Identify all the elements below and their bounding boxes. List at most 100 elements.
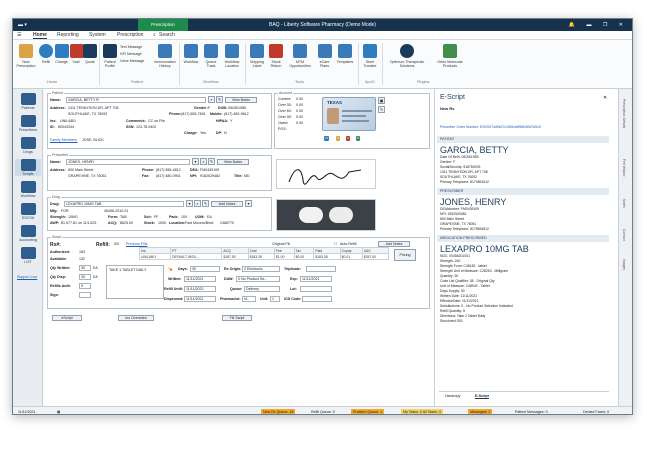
prescriber-name-label: Name: — [50, 160, 61, 164]
search-icon[interactable]: ⌕ — [208, 96, 215, 103]
status-tasks[interactable]: My Tasks: 0 All Tasks: 3 — [401, 409, 443, 414]
family-members-link[interactable]: Family Members: — [50, 138, 78, 142]
refill-button[interactable]: Refill — [39, 44, 53, 64]
drivers-license-image[interactable]: TEXAS — [322, 97, 376, 131]
chevron-down-icon[interactable]: ▾ — [192, 158, 199, 165]
menu-search[interactable]: Search — [159, 32, 175, 38]
chevron-down-icon[interactable]: ▾ — [245, 200, 252, 207]
dispensed-date-field[interactable]: 11/11/2021 — [184, 296, 216, 302]
rail-tab-fee-wizard[interactable]: Fee Wizard — [622, 159, 626, 176]
escript-button[interactable]: eScript — [52, 315, 82, 321]
search-icon[interactable]: ⌕ — [200, 158, 207, 165]
ins-overrides-button[interactable]: Ins Overrides — [118, 315, 154, 321]
ivr-message-button[interactable]: IVR Message — [120, 52, 142, 56]
immunization-history-button[interactable]: Immunization History — [153, 44, 177, 68]
lot-field[interactable] — [300, 286, 332, 292]
tab-hardcopy[interactable]: Hardcopy — [445, 394, 460, 398]
exp-date-field[interactable]: 11/11/2021 — [300, 276, 332, 282]
status-new-rx-queue[interactable]: New Rx Queue: 18 — [261, 409, 296, 414]
stock-return-button[interactable]: Stock Return — [268, 44, 284, 68]
sig-text-area[interactable]: TAKE 1 TABLET DAILY — [106, 265, 164, 299]
support-live-link[interactable]: Support Live — [17, 275, 37, 279]
pencil-icon[interactable]: ✎ — [202, 200, 209, 207]
triplicate-field[interactable] — [306, 266, 336, 272]
sidebar-item-accounting[interactable]: Accounting — [15, 225, 41, 242]
sidebar-item-scripts[interactable]: Scripts — [15, 159, 41, 176]
fill-script-button[interactable]: Fill Script — [222, 315, 252, 321]
prescriber-view-notes-button[interactable]: View Notes — [217, 159, 249, 165]
patient-profile-button[interactable]: Patient Profile — [101, 44, 119, 68]
unit-field[interactable]: 1 — [270, 296, 280, 302]
written-date-field[interactable]: 11/11/2021 — [184, 276, 216, 282]
search-icon[interactable]: ⌕ — [153, 32, 156, 38]
qty-written-field[interactable]: 30 — [79, 265, 91, 271]
days-field[interactable]: 30 — [190, 266, 220, 272]
drug-field[interactable]: LEXAPRO 10MG TAB — [64, 201, 184, 207]
templates-button[interactable]: Templates — [334, 44, 356, 64]
search-icon[interactable]: ⌕ — [194, 200, 201, 207]
calendar-icon[interactable]: ▦ — [55, 409, 62, 414]
table-row[interactable]: UNILAB/1 DEFAULT INSU... $187.50 $183.35… — [138, 253, 390, 260]
queue-select[interactable]: Delivery — [244, 286, 280, 292]
new-prescription-button[interactable]: New Prescription — [15, 44, 37, 68]
workflow-button[interactable]: Workflow — [181, 44, 201, 64]
ortho-molecular-button[interactable]: Ortho Molecular Products — [432, 44, 468, 68]
void-button[interactable]: Void — [70, 44, 84, 64]
voice-message-button[interactable]: Voice Message — [120, 59, 144, 63]
mtm-opportunities-button[interactable]: MTM Opportunities — [285, 44, 315, 68]
refill-until-field[interactable]: 11/11/2022 — [184, 286, 216, 292]
workflow-location-button[interactable]: Workflow Location — [221, 44, 243, 68]
menu-reporting[interactable]: Reporting — [57, 32, 79, 38]
patient-view-notes-button[interactable]: View Notes — [225, 97, 257, 103]
queue-track-button[interactable]: Queue Track — [202, 44, 220, 68]
rail-tab-images[interactable]: Images — [622, 259, 626, 270]
file-menu-icon[interactable]: ☰ — [17, 32, 21, 38]
sidebar-item-drugs[interactable]: Drugs — [15, 137, 41, 154]
pencil-icon[interactable]: ✎ — [378, 106, 385, 113]
checkbox-icon[interactable]: ☐ — [334, 242, 337, 246]
icd-code-field[interactable] — [302, 296, 332, 302]
drug-add-notes-button[interactable]: Add Notes — [211, 201, 243, 207]
ecare-plans-button[interactable]: eCare Plans — [316, 44, 333, 68]
store-transfer-button[interactable]: Store Transfer — [360, 44, 380, 68]
pricing-button[interactable]: Pricing — [394, 249, 416, 261]
pencil-icon[interactable]: ✎ — [216, 96, 223, 103]
prescriber-signature-image — [276, 159, 376, 189]
patient-name-field[interactable]: GARCIA, BETTY R — [66, 97, 206, 103]
status-problem-queue[interactable]: Problem Queue: 1 — [351, 409, 385, 414]
optimum-therapeutic-button[interactable]: Optimum Therapeutic Solutions — [384, 44, 430, 68]
tab-escript[interactable]: E-Script — [475, 394, 489, 399]
rail-tab-prescription-details[interactable]: Prescription Details — [622, 99, 626, 128]
sidebar-item-patients[interactable]: Patients — [15, 93, 41, 110]
sidebar-item-dscsa[interactable]: DSCSA — [15, 203, 41, 220]
shipping-label-button[interactable]: Shipping Label — [247, 44, 267, 68]
sidebar-item-prescribers[interactable]: Prescribers — [15, 115, 41, 132]
pharmacist-field[interactable]: VL — [242, 296, 256, 302]
status-patient-messages[interactable]: Patient Messages: 0 — [513, 409, 550, 414]
sigs-field[interactable] — [79, 292, 91, 298]
camera-icon[interactable]: ▣ — [378, 97, 385, 104]
refills-auth-field[interactable]: 5 — [79, 283, 91, 289]
change-button[interactable]: Change — [54, 44, 69, 64]
daw-select[interactable]: 0 No Product Se... — [236, 276, 280, 282]
close-icon[interactable]: ✕ — [603, 95, 607, 101]
text-message-button[interactable]: Text Message — [120, 45, 142, 49]
status-messages[interactable]: Messages: 2 — [468, 409, 493, 414]
sidebar-item-workflow[interactable]: Workflow — [15, 181, 41, 198]
rail-tab-notes[interactable]: Notes — [622, 199, 626, 208]
rx-origin-select[interactable]: 2 Electronic — [242, 266, 280, 272]
menu-prescription[interactable]: Prescription — [117, 32, 143, 38]
quote-button[interactable]: Quote — [83, 44, 97, 64]
sidebar-item-list[interactable]: LIST — [15, 247, 41, 264]
menu-home[interactable]: Home — [33, 32, 47, 39]
status-refill-queue[interactable]: Refill Queue: 0 — [309, 409, 337, 414]
prescriber-name-field[interactable]: JONES, HENRY — [66, 159, 190, 165]
status-denied-faxes[interactable]: Denied Faxes: 0 — [581, 409, 611, 414]
window-controls[interactable]: 🔔 ▬ ❐ ✕ — [569, 19, 628, 31]
rail-tab-contact[interactable]: Contact — [622, 229, 626, 241]
chevron-down-icon[interactable]: ▾ — [186, 200, 193, 207]
menu-system[interactable]: System — [89, 32, 106, 38]
qty-disp-field[interactable]: 30 — [79, 274, 91, 280]
pencil-icon[interactable]: ✎ — [208, 158, 215, 165]
previous-fills-link[interactable]: Previous Fills — [126, 242, 147, 246]
